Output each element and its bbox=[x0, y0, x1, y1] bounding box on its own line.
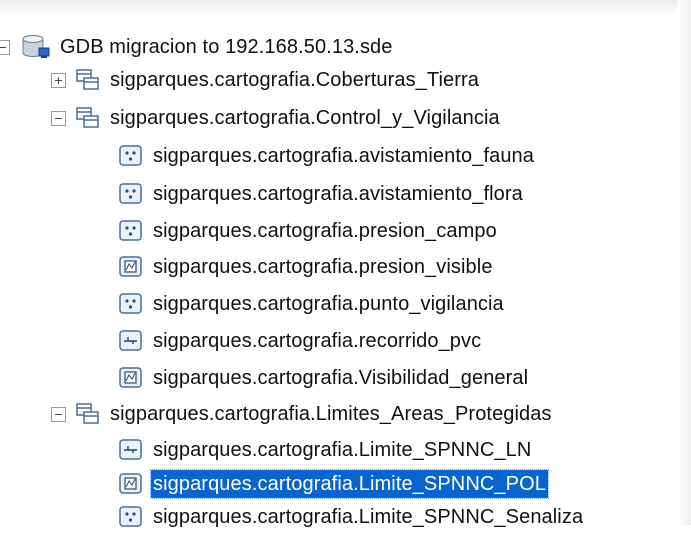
feature-dataset-icon bbox=[76, 107, 100, 129]
tree-item-limite-spnnc-senaliza[interactable]: sigparques.cartografia.Limite_SPNNC_Sena… bbox=[119, 500, 585, 534]
database-icon bbox=[20, 34, 50, 60]
tree-item-label: sigparques.cartografia.avistamiento_faun… bbox=[153, 145, 534, 167]
point-feature-class-icon bbox=[119, 293, 143, 315]
collapse-toggle[interactable] bbox=[51, 406, 66, 422]
tree-item-label: sigparques.cartografia.avistamiento_flor… bbox=[153, 183, 523, 205]
tree-item-label: sigparques.cartografia.Limite_SPNNC_Sena… bbox=[153, 506, 584, 528]
tree-dataset-label: sigparques.cartografia.Coberturas_Tierra bbox=[110, 69, 479, 91]
expand-toggle[interactable] bbox=[51, 72, 66, 88]
polygon-feature-class-icon bbox=[119, 256, 143, 278]
tree-item-presion-visible[interactable]: sigparques.cartografia.presion_visible bbox=[119, 250, 495, 284]
tree-dataset-coberturas-tierra[interactable]: sigparques.cartografia.Coberturas_Tierra bbox=[51, 63, 481, 97]
tree-item-label-selected: sigparques.cartografia.Limite_SPNNC_POL bbox=[150, 469, 549, 499]
tree-dataset-limites-areas-protegidas[interactable]: sigparques.cartografia.Limites_Areas_Pro… bbox=[51, 397, 554, 431]
line-feature-class-icon bbox=[119, 439, 143, 461]
line-feature-class-icon bbox=[119, 330, 143, 352]
tree-item-label: sigparques.cartografia.presion_visible bbox=[153, 256, 493, 278]
feature-dataset-icon bbox=[76, 69, 100, 91]
tree-root-node[interactable]: GDB migracion to 192.168.50.13.sde bbox=[0, 30, 395, 64]
tree-item-label: sigparques.cartografia.Visibilidad_gener… bbox=[153, 367, 529, 389]
tree-root-label: GDB migracion to 192.168.50.13.sde bbox=[60, 36, 393, 58]
collapse-toggle[interactable] bbox=[51, 110, 66, 126]
tree-item-visibilidad-general[interactable]: sigparques.cartografia.Visibilidad_gener… bbox=[119, 361, 530, 395]
polygon-feature-class-icon bbox=[119, 473, 143, 495]
point-feature-class-icon bbox=[119, 183, 143, 205]
tree-item-limite-spnnc-ln[interactable]: sigparques.cartografia.Limite_SPNNC_LN bbox=[119, 433, 533, 467]
point-feature-class-icon bbox=[119, 220, 143, 242]
collapse-toggle[interactable] bbox=[0, 39, 10, 55]
feature-dataset-icon bbox=[76, 403, 100, 425]
tree-dataset-label: sigparques.cartografia.Control_y_Vigilan… bbox=[110, 107, 500, 129]
catalog-tree: GDB migracion to 192.168.50.13.sde sigpa… bbox=[0, 0, 691, 528]
tree-item-label: sigparques.cartografia.presion_campo bbox=[153, 220, 497, 242]
tree-item-label: sigparques.cartografia.recorrido_pvc bbox=[153, 330, 482, 352]
tree-item-avistamiento-fauna[interactable]: sigparques.cartografia.avistamiento_faun… bbox=[119, 139, 536, 173]
tree-item-avistamiento-flora[interactable]: sigparques.cartografia.avistamiento_flor… bbox=[119, 177, 525, 211]
tree-item-presion-campo[interactable]: sigparques.cartografia.presion_campo bbox=[119, 214, 499, 248]
tree-item-label: sigparques.cartografia.Limite_SPNNC_LN bbox=[153, 439, 532, 461]
polygon-feature-class-icon bbox=[119, 367, 143, 389]
tree-item-recorrido-pvc[interactable]: sigparques.cartografia.recorrido_pvc bbox=[119, 324, 483, 358]
tree-dataset-label: sigparques.cartografia.Limites_Areas_Pro… bbox=[110, 403, 552, 425]
tree-item-limite-spnnc-pol[interactable]: sigparques.cartografia.Limite_SPNNC_POL bbox=[119, 467, 549, 501]
tree-dataset-control-vigilancia[interactable]: sigparques.cartografia.Control_y_Vigilan… bbox=[51, 101, 502, 135]
tree-item-label: sigparques.cartografia.punto_vigilancia bbox=[153, 293, 504, 315]
point-feature-class-icon bbox=[119, 145, 143, 167]
tree-item-punto-vigilancia[interactable]: sigparques.cartografia.punto_vigilancia bbox=[119, 287, 506, 321]
